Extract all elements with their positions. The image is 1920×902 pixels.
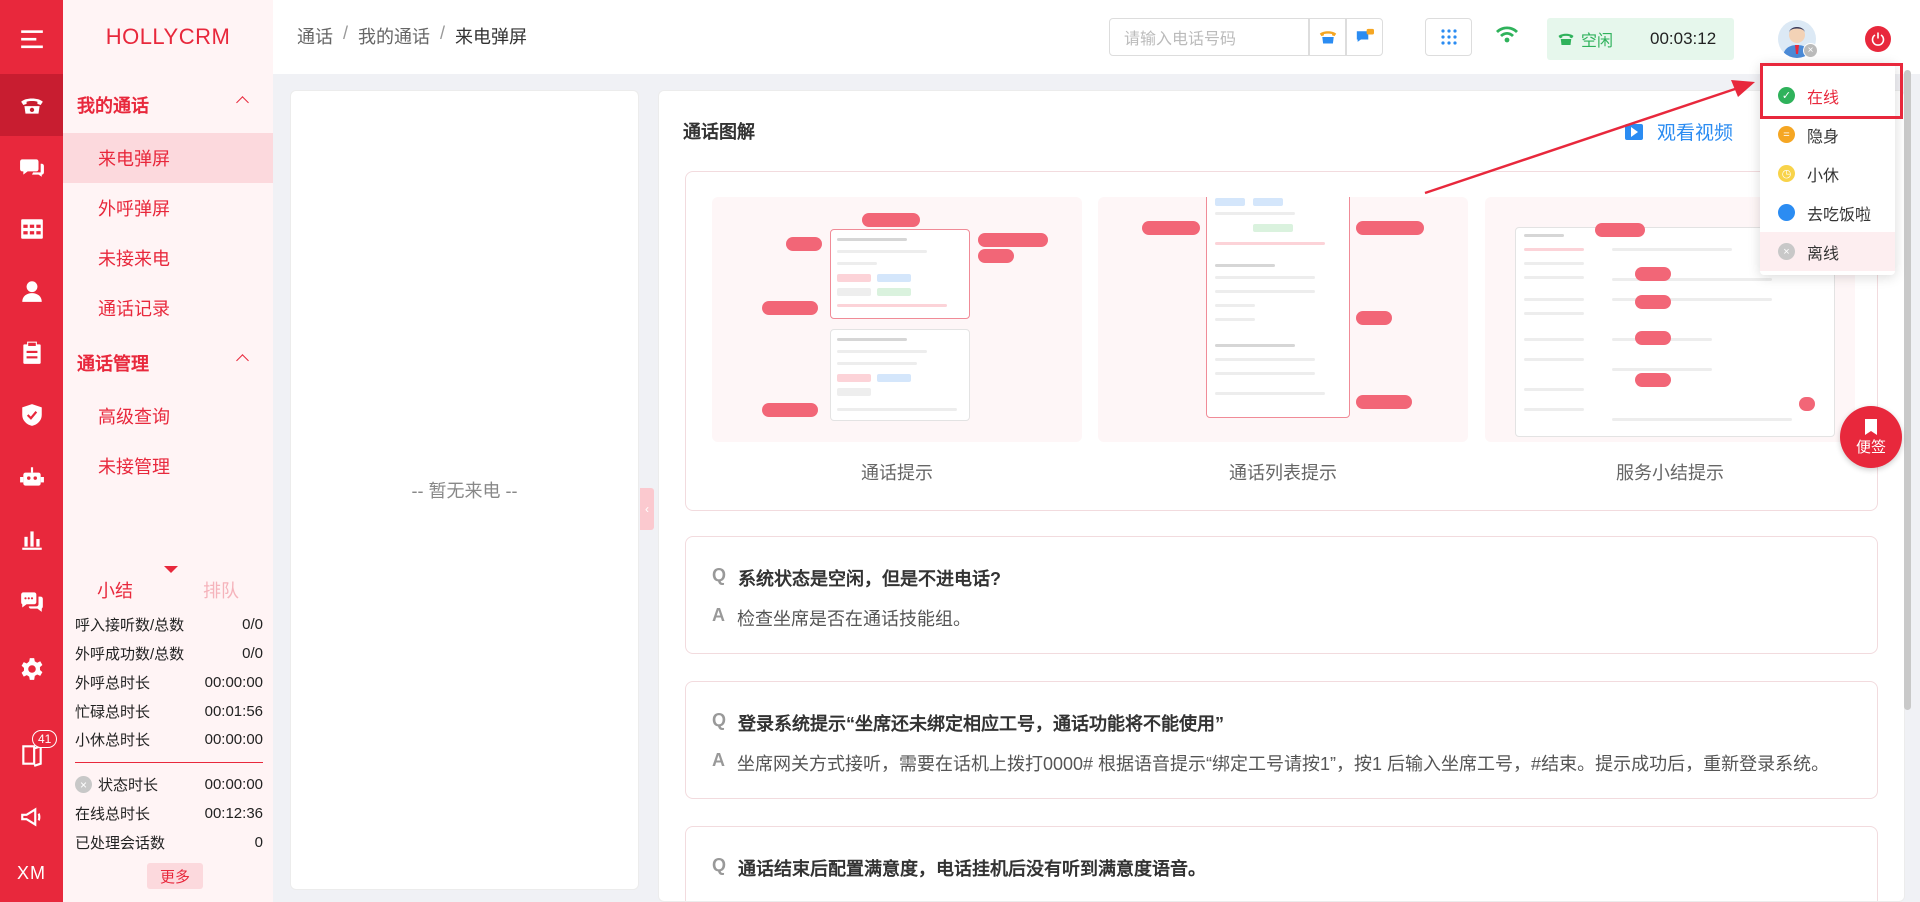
message-icon[interactable] bbox=[0, 570, 63, 632]
power-icon[interactable] bbox=[1865, 26, 1891, 52]
status-option-lunch[interactable]: 去吃饭啦 bbox=[1760, 193, 1895, 232]
status-option-invisible[interactable]: = 隐身 bbox=[1760, 115, 1895, 154]
apps-grid-icon bbox=[1440, 29, 1457, 45]
menu-item-missed-calls[interactable]: 未接来电 bbox=[63, 233, 273, 283]
megaphone-icon[interactable] bbox=[0, 786, 63, 848]
call-list-mock bbox=[1206, 197, 1350, 418]
highlight-box bbox=[1760, 63, 1903, 119]
section-title: 通话图解 bbox=[683, 122, 755, 142]
dial-phone-icon bbox=[1319, 31, 1336, 44]
card-caption: 通话提示 bbox=[861, 463, 933, 483]
faq-question: 登录系统提示“坐席还未绑定相应工号，通话功能将不能使用” bbox=[738, 714, 1225, 734]
stat-row: × 状态时长 00:00:00 bbox=[75, 770, 263, 799]
notification-badge: 41 bbox=[32, 730, 58, 748]
empty-incoming-text: -- 暂无来电 -- bbox=[411, 481, 518, 501]
faq-question: 通话结束后配置满意度，电话挂机后没有听到满意度语音。 bbox=[738, 859, 1207, 879]
robot-icon[interactable] bbox=[0, 446, 63, 508]
status-option-break[interactable]: ◷ 小休 bbox=[1760, 154, 1895, 193]
breadcrumb: 通话 / 我的通话 / 来电弹屏 bbox=[297, 23, 528, 49]
status-off-icon: × bbox=[75, 776, 92, 793]
stat-row: 呼入接听数/总数 0/0 bbox=[75, 616, 263, 634]
diagram-card-call-list-tips[interactable] bbox=[1098, 197, 1468, 442]
stat-row: 外呼成功数/总数 0/0 bbox=[75, 645, 263, 663]
summary-tabs: 小结 排队 bbox=[63, 565, 273, 611]
clipboard-icon[interactable] bbox=[0, 322, 63, 384]
play-icon bbox=[1625, 123, 1643, 140]
sticky-note-button[interactable]: 便签 bbox=[1840, 406, 1902, 468]
menu-item-call-records[interactable]: 通话记录 bbox=[63, 283, 273, 333]
apps-grid-button[interactable] bbox=[1425, 18, 1472, 56]
chart-icon[interactable] bbox=[0, 508, 63, 570]
dial-button[interactable] bbox=[1309, 18, 1346, 56]
chevron-up-icon bbox=[236, 96, 249, 109]
main-content: 通话图解 观看视频 通话提示 通话列表提示 服务小结提示 Q 系统状态是空闲，但… bbox=[658, 90, 1905, 902]
chevron-up-icon bbox=[236, 354, 249, 367]
top-header: 通话 / 我的通话 / 来电弹屏 请输入电话号码 空闲 00:03:12 × bbox=[273, 0, 1920, 74]
faq-item: Q 通话结束后配置满意度，电话挂机后没有听到满意度语音。 bbox=[685, 826, 1878, 901]
menu-group-my-calls[interactable]: 我的通话 bbox=[63, 80, 273, 130]
call-card-mock bbox=[830, 229, 970, 319]
xm-label[interactable]: XM bbox=[0, 842, 63, 902]
collapse-panel-handle[interactable]: ‹ bbox=[640, 488, 654, 530]
breadcrumb-current: 来电弹屏 bbox=[455, 27, 528, 47]
chat-icon[interactable] bbox=[0, 136, 63, 198]
incoming-call-panel: -- 暂无来电 -- bbox=[290, 90, 639, 890]
faq-item: Q 登录系统提示“坐席还未绑定相应工号，通话功能将不能使用” A 坐席网关方式接听，… bbox=[685, 681, 1878, 799]
phone-number-input[interactable]: 请输入电话号码 bbox=[1109, 18, 1309, 56]
menu-item-missed-management[interactable]: 未接管理 bbox=[63, 441, 273, 491]
diagram-card-call-tips[interactable] bbox=[712, 197, 1082, 442]
gear-icon[interactable] bbox=[0, 638, 63, 700]
lunch-status-icon bbox=[1778, 204, 1795, 221]
stat-row: 已处理会话数 0 bbox=[75, 834, 263, 852]
bookmark-icon bbox=[1865, 418, 1877, 435]
menu-group-call-management[interactable]: 通话管理 bbox=[63, 338, 273, 388]
sms-button[interactable] bbox=[1346, 18, 1383, 56]
shield-icon[interactable] bbox=[0, 384, 63, 446]
phone-status-icon bbox=[1558, 33, 1574, 45]
brand-logo: HOLLYCRM bbox=[105, 24, 231, 49]
offline-status-icon: × bbox=[1803, 43, 1818, 58]
breadcrumb-item[interactable]: 通话 bbox=[297, 23, 333, 49]
side-menu: HOLLYCRM 我的通话 来电弹屏 外呼弹屏 未接来电 通话记录 通话管理 高… bbox=[63, 0, 273, 902]
stat-row: 小休总时长 00:00:00 bbox=[75, 731, 263, 749]
agent-status[interactable]: 空闲 00:03:12 bbox=[1547, 18, 1734, 60]
grid-icon[interactable] bbox=[0, 198, 63, 260]
divider bbox=[75, 762, 263, 763]
tab-summary[interactable]: 小结 bbox=[97, 577, 133, 603]
card-caption: 服务小结提示 bbox=[1616, 463, 1724, 483]
watch-video-link[interactable]: 观看视频 bbox=[1625, 118, 1733, 145]
faq-question: 系统状态是空闲，但是不进电话? bbox=[738, 569, 1002, 589]
stat-row: 外呼总时长 00:00:00 bbox=[75, 674, 263, 692]
user-icon[interactable] bbox=[0, 260, 63, 322]
stat-row: 忙碌总时长 00:01:56 bbox=[75, 703, 263, 721]
menu-group-label: 通话管理 bbox=[77, 354, 149, 374]
breadcrumb-item[interactable]: 我的通话 bbox=[358, 23, 430, 49]
stat-row: 在线总时长 00:12:36 bbox=[75, 805, 263, 823]
diagram-gallery: 通话提示 通话列表提示 服务小结提示 bbox=[685, 171, 1878, 511]
sms-icon bbox=[1356, 28, 1374, 42]
faq-answer: 坐席网关方式接听，需要在话机上拨打0000# 根据语音提示“绑定工号请按1”，按… bbox=[737, 754, 1830, 774]
call-card-mock bbox=[830, 329, 970, 421]
status-option-offline[interactable]: × 离线 bbox=[1760, 232, 1895, 271]
book-icon[interactable]: 41 bbox=[0, 724, 63, 786]
close-circle-icon: × bbox=[1778, 243, 1795, 260]
menu-item-incoming-popup[interactable]: 来电弹屏 bbox=[63, 133, 273, 183]
more-button[interactable]: 更多 bbox=[147, 863, 203, 889]
scrollbar[interactable] bbox=[1904, 70, 1911, 710]
card-caption: 通话列表提示 bbox=[1229, 463, 1337, 483]
wifi-icon bbox=[1495, 24, 1519, 49]
menu-group-label: 我的通话 bbox=[77, 96, 149, 116]
phone-icon[interactable] bbox=[0, 74, 63, 136]
menu-item-outbound-popup[interactable]: 外呼弹屏 bbox=[63, 183, 273, 233]
icon-rail: 41 XM bbox=[0, 0, 63, 902]
clock-icon: ◷ bbox=[1778, 165, 1795, 182]
status-timer: 00:03:12 bbox=[1650, 29, 1717, 48]
status-text: 空闲 bbox=[1581, 33, 1614, 50]
menu-icon[interactable] bbox=[0, 8, 63, 70]
menu-item-advanced-query[interactable]: 高级查询 bbox=[63, 391, 273, 441]
faq-item: Q 系统状态是空闲，但是不进电话? A 检查坐席是否在通话技能组。 bbox=[685, 536, 1878, 654]
faq-answer: 检查坐席是否在通话技能组。 bbox=[737, 609, 971, 629]
tab-queue[interactable]: 排队 bbox=[203, 577, 239, 603]
invisible-icon: = bbox=[1778, 126, 1795, 143]
